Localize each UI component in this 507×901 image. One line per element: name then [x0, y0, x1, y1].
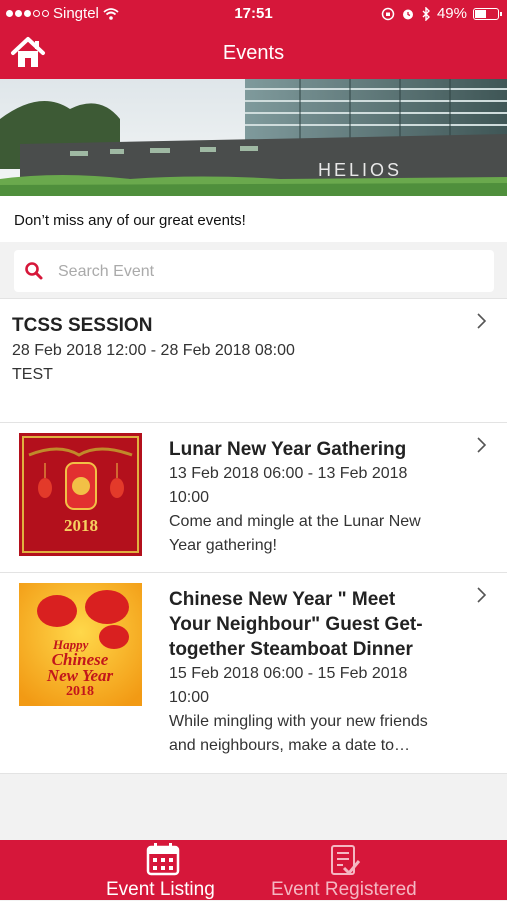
alarm-icon [402, 9, 413, 19]
orientation-lock-icon [381, 7, 395, 20]
battery-icon [473, 7, 502, 20]
event-thumbnail: Happy Chinese New Year 2018 [19, 583, 142, 706]
event-card[interactable]: Happy Chinese New Year 2018 Chinese New … [0, 572, 507, 774]
event-description-cont: Year gathering! [169, 537, 277, 554]
tagline-text: Don’t miss any of our great events! [14, 212, 246, 229]
page-title: Events [222, 42, 285, 64]
banner-image: HELIOS [0, 79, 507, 196]
event-text: Chinese New Year " Meet Your Neighbour" … [169, 587, 459, 758]
event-description: TEST [12, 366, 53, 383]
event-date-cont: 10:00 [169, 689, 210, 706]
search-input[interactable] [56, 250, 480, 294]
status-bar: Singtel 17:51 49% [0, 0, 507, 28]
event-date: 13 Feb 2018 06:00 - 13 Feb 2018 [169, 465, 408, 482]
event-date: 15 Feb 2018 06:00 - 15 Feb 2018 [169, 665, 408, 682]
thumbnail-text-newyear: New Year [46, 666, 114, 685]
battery-percent: 49% [436, 5, 467, 22]
chevron-right-icon [477, 587, 487, 603]
event-title-cont: together Steamboat Dinner [169, 639, 413, 660]
event-date: 28 Feb 2018 12:00 - 28 Feb 2018 08:00 [12, 342, 295, 359]
event-description-cont: and neighbours, make a date to… [169, 737, 411, 754]
search-icon [25, 262, 43, 280]
nav-bar: Events [0, 28, 507, 79]
tab-bar: Event Listing Event Registered [0, 840, 507, 900]
event-date-cont: 10:00 [169, 489, 210, 506]
banner-sign-text: HELIOS [318, 160, 402, 180]
event-description: While mingling with your new friends [169, 713, 428, 730]
tab-label: Event Registered [271, 879, 417, 900]
thumbnail-year: 2018 [64, 516, 98, 535]
checklist-icon [331, 845, 361, 876]
thumbnail-text-year: 2018 [66, 684, 94, 699]
event-title-cont: Your Neighbour" Guest Get- [169, 614, 423, 635]
status-right: 49% [381, 5, 502, 22]
tab-label: Event Listing [106, 879, 215, 900]
calendar-icon [146, 843, 180, 876]
bluetooth-icon [422, 6, 430, 21]
chevron-right-icon [477, 437, 487, 453]
event-title: TCSS SESSION [12, 315, 153, 336]
search-box [14, 250, 494, 294]
event-title: Chinese New Year " Meet [169, 589, 396, 610]
event-text: Lunar New Year Gathering 13 Feb 2018 06:… [169, 437, 459, 558]
event-card[interactable]: TCSS SESSION 28 Feb 2018 12:00 - 28 Feb … [0, 298, 507, 422]
event-thumbnail: 2018 [19, 433, 142, 556]
event-card[interactable]: 2018 Lunar New Year Gathering 13 Feb 201… [0, 422, 507, 572]
event-title: Lunar New Year Gathering [169, 439, 407, 460]
event-description: Come and mingle at the Lunar New [169, 513, 421, 530]
tab-event-listing[interactable]: Event Listing [100, 840, 230, 900]
tab-event-registered[interactable]: Event Registered [268, 840, 428, 900]
chevron-right-icon [477, 313, 487, 329]
tagline: Don’t miss any of our great events! [0, 196, 507, 242]
